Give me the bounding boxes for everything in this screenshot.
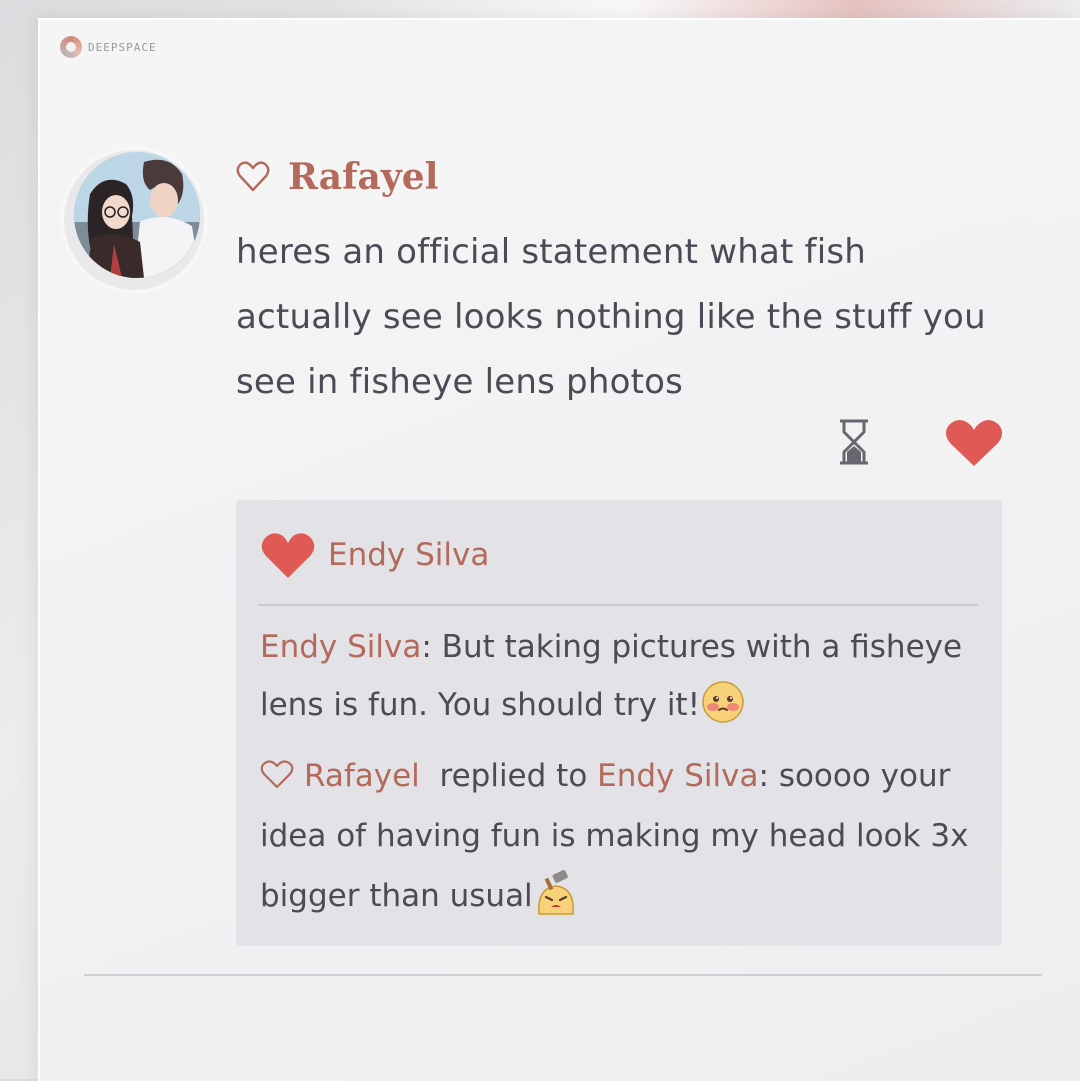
post-text: heres an official statement what fish ac… xyxy=(236,232,986,402)
avatar-couple-icon xyxy=(74,152,200,278)
hourglass-icon xyxy=(840,419,868,465)
bottom-divider xyxy=(84,974,1042,976)
decorative-top-bar xyxy=(330,0,1080,18)
deepspace-logo-icon xyxy=(60,36,82,58)
likes-heart-icon xyxy=(261,533,315,578)
blush-emoji-icon xyxy=(702,681,744,723)
post-header: Rafayel xyxy=(236,156,438,198)
divider xyxy=(258,604,978,606)
brand-name: DEEPSPACE xyxy=(88,40,157,54)
angry-bonk-emoji-icon xyxy=(537,870,574,915)
post-author-name[interactable]: Rafayel xyxy=(288,156,438,198)
comment-item: Rafayel replied to Endy Silva: soooo you… xyxy=(260,746,980,926)
comment-separator: : xyxy=(758,758,779,794)
comment-author[interactable]: Endy Silva xyxy=(260,629,421,665)
comment-author[interactable]: Rafayel xyxy=(304,758,420,794)
author-avatar[interactable] xyxy=(64,150,204,290)
comment-separator: : xyxy=(421,629,442,665)
like-heart-icon[interactable] xyxy=(944,416,1004,468)
likes-row: Endy Silva xyxy=(260,530,489,580)
heart-outline-icon xyxy=(260,760,294,789)
reply-target[interactable]: Endy Silva xyxy=(597,758,758,794)
comment-item: Endy Silva: But taking pictures with a f… xyxy=(260,618,980,734)
likes-user-name[interactable]: Endy Silva xyxy=(328,537,489,573)
replied-to-label: replied to xyxy=(439,758,588,794)
heart-outline-icon xyxy=(236,161,270,192)
comments-section: Endy Silva Endy Silva: But taking pictur… xyxy=(236,500,1002,946)
brand-header: DEEPSPACE xyxy=(60,36,157,58)
